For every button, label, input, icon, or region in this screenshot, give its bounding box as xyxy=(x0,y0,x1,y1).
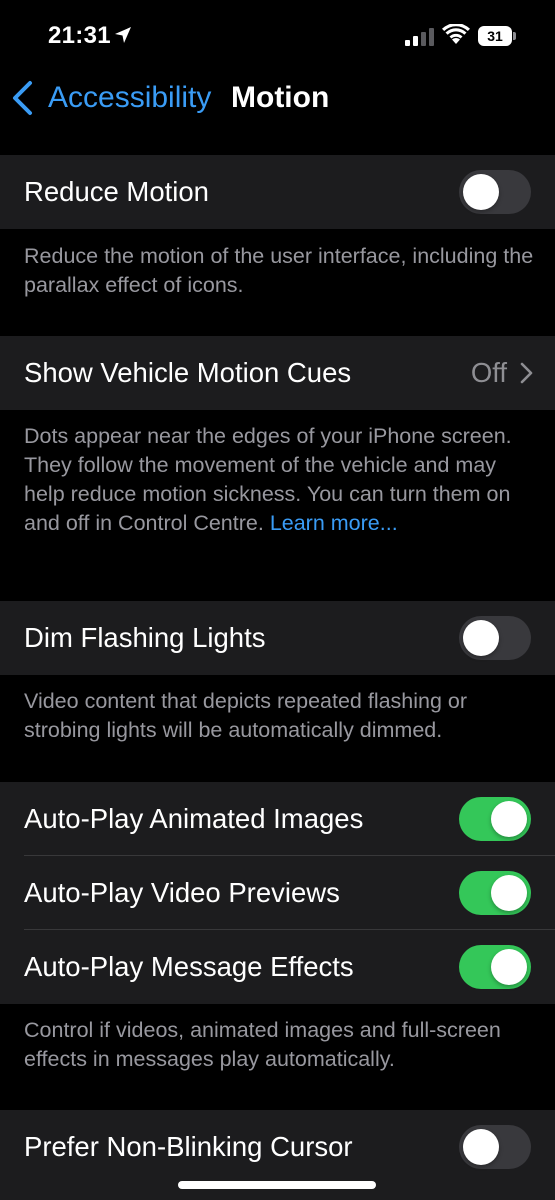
autoplay-video-toggle[interactable] xyxy=(459,871,531,915)
chevron-left-icon xyxy=(13,81,32,115)
reduce-motion-toggle[interactable] xyxy=(459,170,531,214)
location-arrow-icon xyxy=(115,27,131,43)
dim-flashing-toggle[interactable] xyxy=(459,616,531,660)
chevron-right-icon xyxy=(520,362,533,384)
cursor-label: Prefer Non-Blinking Cursor xyxy=(24,1131,353,1162)
autoplay-images-row[interactable]: Auto-Play Animated Images xyxy=(0,782,555,856)
cursor-row[interactable]: Prefer Non-Blinking Cursor xyxy=(0,1110,555,1184)
dim-flashing-row[interactable]: Dim Flashing Lights xyxy=(0,601,555,675)
vehicle-cues-row[interactable]: Show Vehicle Motion Cues Off xyxy=(0,336,555,410)
autoplay-message-toggle[interactable] xyxy=(459,945,531,989)
dim-flashing-group: Dim Flashing Lights xyxy=(0,601,555,675)
status-time: 21:31 xyxy=(48,22,111,49)
autoplay-message-label: Auto-Play Message Effects xyxy=(24,951,354,982)
back-button[interactable]: Accessibility xyxy=(10,72,211,124)
dim-flashing-footer: Video content that depicts repeated flas… xyxy=(24,689,468,742)
autoplay-images-label: Auto-Play Animated Images xyxy=(24,803,364,834)
back-label: Accessibility xyxy=(48,81,212,114)
wifi-icon xyxy=(442,24,470,44)
reduce-motion-row[interactable]: Reduce Motion xyxy=(0,155,555,229)
vehicle-cues-value: Off xyxy=(470,357,507,388)
autoplay-video-label: Auto-Play Video Previews xyxy=(24,877,340,908)
cursor-toggle[interactable] xyxy=(459,1125,531,1169)
reduce-motion-footer: Reduce the motion of the user interface,… xyxy=(24,244,534,297)
autoplay-images-toggle[interactable] xyxy=(459,797,531,841)
page-title: Motion xyxy=(231,81,330,114)
battery-icon: 31 xyxy=(478,26,516,46)
autoplay-video-row[interactable]: Auto-Play Video Previews xyxy=(0,856,555,930)
home-indicator xyxy=(178,1181,376,1189)
vehicle-cues-group: Show Vehicle Motion Cues Off xyxy=(0,336,555,410)
autoplay-footer: Control if videos, animated images and f… xyxy=(24,1018,501,1071)
autoplay-message-row[interactable]: Auto-Play Message Effects xyxy=(0,930,555,1004)
reduce-motion-label: Reduce Motion xyxy=(24,176,209,207)
navigation-bar: Accessibility Motion xyxy=(0,72,555,124)
vehicle-cues-value-area[interactable]: Off xyxy=(471,357,533,389)
dim-flashing-label: Dim Flashing Lights xyxy=(24,622,266,653)
battery-level: 31 xyxy=(487,28,503,44)
reduce-motion-group: Reduce Motion xyxy=(0,155,555,229)
cellular-signal-icon xyxy=(405,28,434,46)
vehicle-cues-footer-text: Dots appear near the edges of your iPhon… xyxy=(24,424,512,535)
vehicle-cues-label: Show Vehicle Motion Cues xyxy=(24,357,352,388)
status-bar: 21:31 31 xyxy=(0,0,555,72)
autoplay-group: Auto-Play Animated Images Auto-Play Vide… xyxy=(0,782,555,1004)
vehicle-cues-footer: Dots appear near the edges of your iPhon… xyxy=(24,422,536,538)
learn-more-link[interactable]: Learn more... xyxy=(270,511,398,535)
